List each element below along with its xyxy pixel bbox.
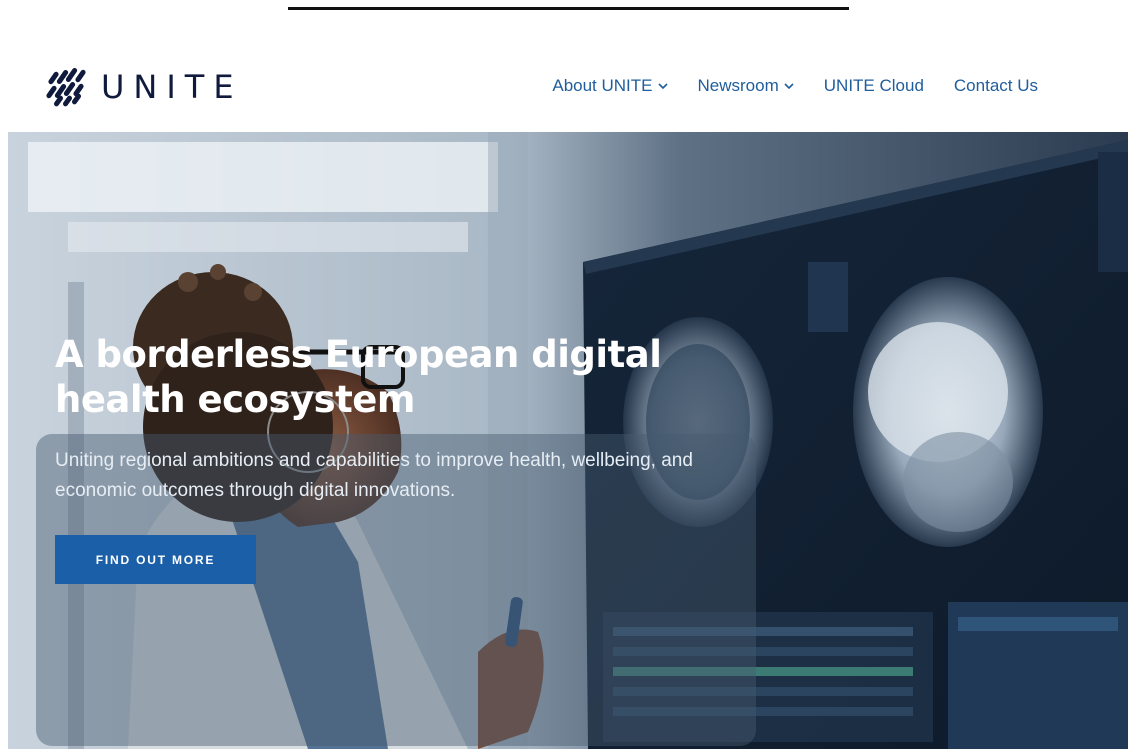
hero-subtitle: Uniting regional ambitions and capabilit…: [55, 450, 693, 501]
nav-item-contact-us[interactable]: Contact Us: [954, 76, 1038, 96]
chevron-down-icon: [657, 83, 668, 90]
nav-item-label: Contact Us: [953, 76, 1038, 95]
nav-item-unite-cloud[interactable]: UNITE Cloud: [824, 76, 924, 96]
nav-item-label: About UNITE: [552, 76, 653, 95]
nav-item-newsroom[interactable]: Newsroom: [698, 76, 794, 96]
chevron-down-icon: [784, 83, 794, 90]
brand-name: UNITE: [101, 68, 243, 106]
hero-banner: [8, 132, 1128, 749]
nav-item-about[interactable]: About UNITE: [552, 76, 668, 96]
unite-weave-icon: [46, 67, 86, 107]
top-divider: [288, 7, 849, 10]
site-logo[interactable]: UNITE: [45, 62, 243, 112]
nav-item-label: Newsroom: [697, 76, 779, 95]
main-nav: About UNITE Newsroom UNITE Cloud Contact…: [522, 76, 1038, 96]
nav-item-label: UNITE Cloud: [823, 76, 924, 95]
hero-title: A borderless European digital health eco…: [55, 333, 662, 421]
site-header: UNITE About UNITE Newsroom UNITE Cloud C…: [0, 40, 1128, 132]
find-out-more-button[interactable]: FIND OUT MORE: [55, 535, 256, 584]
